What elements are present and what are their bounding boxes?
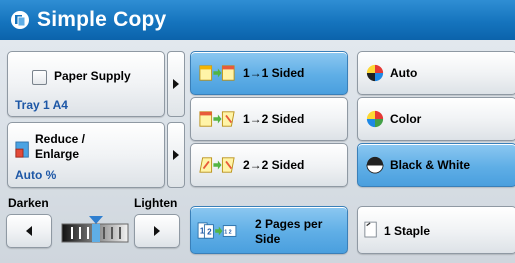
one-to-one-sided-icon	[199, 65, 235, 81]
pages-per-side-label-line2: Side	[255, 232, 281, 246]
density-scale	[60, 216, 130, 246]
lighten-button[interactable]	[134, 214, 180, 248]
staple-label: 1 Staple	[384, 224, 431, 238]
paper-supply-button[interactable]: Paper Supply Tray 1 A4	[7, 51, 165, 117]
color-color-label: Color	[390, 112, 422, 126]
two-to-two-sided-button[interactable]: 2→2 Sided	[190, 143, 348, 187]
color-bw-button[interactable]: Black & White	[357, 143, 515, 187]
copy-settings-panel: Paper Supply Tray 1 A4 Reduce / Enlarge …	[0, 40, 515, 263]
reduce-enlarge-button[interactable]: Reduce / Enlarge Auto %	[7, 122, 165, 188]
reduce-enlarge-label-line1: Reduce /	[35, 132, 86, 146]
black-white-icon	[366, 156, 384, 174]
color-bw-label: Black & White	[390, 158, 471, 172]
two-up-icon: 1 2 1 2	[197, 222, 237, 239]
color-auto-button[interactable]: Auto	[357, 51, 515, 95]
darken-button[interactable]	[6, 214, 52, 248]
svg-text:2: 2	[207, 228, 212, 237]
left-arrow-icon	[26, 226, 32, 236]
paper-supply-arrow[interactable]	[167, 51, 185, 117]
paper-supply-label: Paper Supply	[54, 69, 131, 83]
svg-text:1 2: 1 2	[224, 230, 231, 236]
color-auto-label: Auto	[390, 66, 418, 80]
reduce-enlarge-icon	[15, 141, 29, 158]
pages-per-side-button[interactable]: 1 2 1 2 2 Pages per Side	[190, 206, 348, 254]
chevron-right-icon	[173, 150, 179, 160]
page-title: Simple Copy	[37, 8, 167, 31]
one-to-one-sided-label: 1→1 Sided	[243, 66, 305, 80]
reduce-enlarge-arrow[interactable]	[167, 122, 185, 188]
paper-supply-checkbox	[32, 70, 47, 85]
chevron-right-icon	[173, 79, 179, 89]
right-arrow-icon	[154, 226, 160, 236]
auto-color-icon	[366, 64, 384, 82]
paper-supply-value: Tray 1 A4	[15, 98, 68, 112]
one-to-two-sided-icon	[199, 111, 235, 127]
title-bar: Simple Copy	[0, 0, 515, 40]
pages-per-side-label-line1: 2 Pages per	[255, 217, 323, 231]
darken-label: Darken	[8, 196, 49, 210]
reduce-enlarge-label-line2: Enlarge	[35, 147, 80, 161]
staple-icon	[364, 221, 377, 238]
full-color-icon	[366, 110, 384, 128]
two-to-two-sided-label: 2→2 Sided	[243, 158, 305, 172]
reduce-enlarge-value: Auto %	[15, 168, 57, 182]
one-to-one-sided-button[interactable]: 1→1 Sided	[190, 51, 348, 95]
density-gradient-icon	[61, 216, 129, 243]
lighten-label: Lighten	[134, 196, 178, 210]
one-to-two-sided-label: 1→2 Sided	[243, 112, 305, 126]
one-to-two-sided-button[interactable]: 1→2 Sided	[190, 97, 348, 141]
copy-app-icon	[11, 11, 29, 29]
staple-button[interactable]: 1 Staple	[357, 206, 515, 254]
two-to-two-sided-icon	[199, 157, 235, 173]
color-color-button[interactable]: Color	[357, 97, 515, 141]
